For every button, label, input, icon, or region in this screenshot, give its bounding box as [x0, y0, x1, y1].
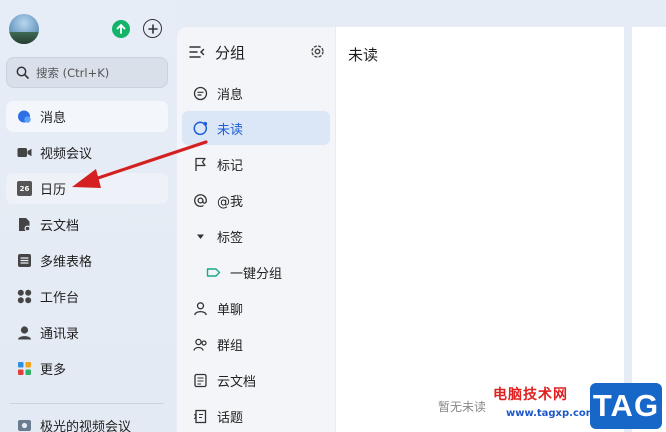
group-item-label: 未读	[217, 122, 244, 138]
chat-bubble-icon	[18, 110, 31, 123]
group-item-label: 标记	[217, 158, 244, 174]
topic-icon	[193, 409, 207, 423]
user-avatar[interactable]	[9, 14, 39, 44]
group-item-messages[interactable]: 消息	[182, 76, 330, 110]
unread-icon	[193, 121, 208, 135]
plus-icon	[147, 23, 158, 34]
group-item-label: 一键分组	[230, 266, 283, 282]
add-button[interactable]	[143, 19, 162, 38]
nav-item-video-meeting[interactable]: 视频会议	[6, 137, 168, 168]
group-item-label: 标签	[217, 230, 244, 246]
nav-item-label: 极光的视频会议	[40, 420, 132, 432]
nav-item-label: 云文档	[40, 219, 80, 234]
nav-item-label: 日历	[40, 183, 67, 198]
person-icon	[194, 301, 207, 315]
nav-item-calendar[interactable]: 26 日历	[6, 173, 168, 204]
watermark-logo-text: TAG	[592, 388, 660, 423]
group-item-tags[interactable]: 标签	[182, 219, 330, 253]
collapse-list-icon[interactable]	[189, 45, 205, 59]
upload-button[interactable]	[112, 20, 130, 38]
group-item-label: 群组	[217, 338, 244, 354]
group-item-label: 消息	[217, 87, 244, 103]
doc-icon	[194, 373, 207, 387]
nav-item-label: 消息	[40, 111, 67, 126]
watermark-logo: TAG	[590, 383, 662, 429]
search-input[interactable]: 搜索 (Ctrl+K)	[6, 57, 168, 88]
group-item-cloud-docs[interactable]: 云文档	[182, 363, 330, 397]
arrow-up-icon	[116, 24, 126, 34]
nav-item-contacts[interactable]: 通讯录	[6, 317, 168, 348]
nav-divider	[10, 403, 164, 404]
group-item-label: 话题	[217, 410, 244, 426]
group-panel: 分组 消息 未读 标记 @我 标签 一键分组 单聊 群组 云文档 话题	[177, 27, 335, 432]
group-item-direct-chat[interactable]: 单聊	[182, 291, 330, 325]
nav-item-label: 通讯录	[40, 327, 80, 342]
group-item-quick-group[interactable]: 一键分组	[182, 255, 330, 289]
contacts-icon	[18, 326, 31, 340]
group-item-label: @我	[217, 194, 244, 210]
group-item-mentions[interactable]: @我	[182, 183, 330, 217]
calendar-day-badge: 26	[19, 185, 30, 193]
group-panel-header: 分组	[189, 39, 325, 65]
caret-down-icon	[197, 234, 204, 239]
search-icon	[16, 66, 29, 79]
empty-state-text: 暂无未读	[438, 400, 487, 414]
flag-icon	[195, 157, 206, 171]
nav-item-cloud-docs[interactable]: 云文档	[6, 209, 168, 240]
panel-title: 未读	[348, 46, 379, 64]
group-panel-title: 分组	[215, 43, 246, 62]
conversation-panel	[632, 27, 666, 432]
left-navigation: 搜索 (Ctrl+K) 消息 视频会议 26 日历 云文档 多维表格 工作台 通…	[0, 0, 176, 432]
nav-item-multi-table[interactable]: 多维表格	[6, 245, 168, 276]
panel-gutter	[624, 27, 632, 432]
message-icon	[193, 86, 208, 100]
nav-item-label: 工作台	[40, 291, 80, 306]
group-item-groups[interactable]: 群组	[182, 327, 330, 361]
group-icon	[193, 338, 207, 351]
table-icon	[18, 254, 31, 267]
watermark-site-name: 电脑技术网	[493, 387, 568, 403]
cloud-doc-icon	[19, 218, 31, 232]
watermark-url: www.tagxp.com	[506, 408, 597, 419]
calendar-icon: 26	[17, 181, 32, 196]
group-item-topics[interactable]: 话题	[182, 399, 330, 432]
more-apps-icon	[18, 362, 31, 375]
group-item-label: 云文档	[217, 374, 257, 390]
nav-item-more[interactable]: 更多	[6, 353, 168, 384]
at-icon	[194, 193, 207, 207]
gear-icon[interactable]	[310, 44, 325, 59]
nav-item-meeting[interactable]: 极光的视频会议	[6, 410, 168, 432]
search-placeholder: 搜索 (Ctrl+K)	[36, 65, 110, 80]
message-list-panel: 未读 暂无未读	[336, 27, 624, 432]
group-item-label: 单聊	[217, 302, 244, 318]
nav-item-messages[interactable]: 消息	[6, 101, 168, 132]
tag-icon	[206, 267, 221, 277]
nav-item-label: 多维表格	[40, 255, 93, 270]
nav-item-workspace[interactable]: 工作台	[6, 281, 168, 312]
meeting-icon	[18, 420, 31, 431]
group-item-unread[interactable]: 未读	[182, 111, 330, 145]
nav-item-label: 视频会议	[40, 147, 93, 162]
video-camera-icon	[17, 148, 32, 157]
workspace-grid-icon	[17, 289, 32, 304]
nav-item-label: 更多	[40, 363, 67, 378]
group-item-flagged[interactable]: 标记	[182, 147, 330, 181]
